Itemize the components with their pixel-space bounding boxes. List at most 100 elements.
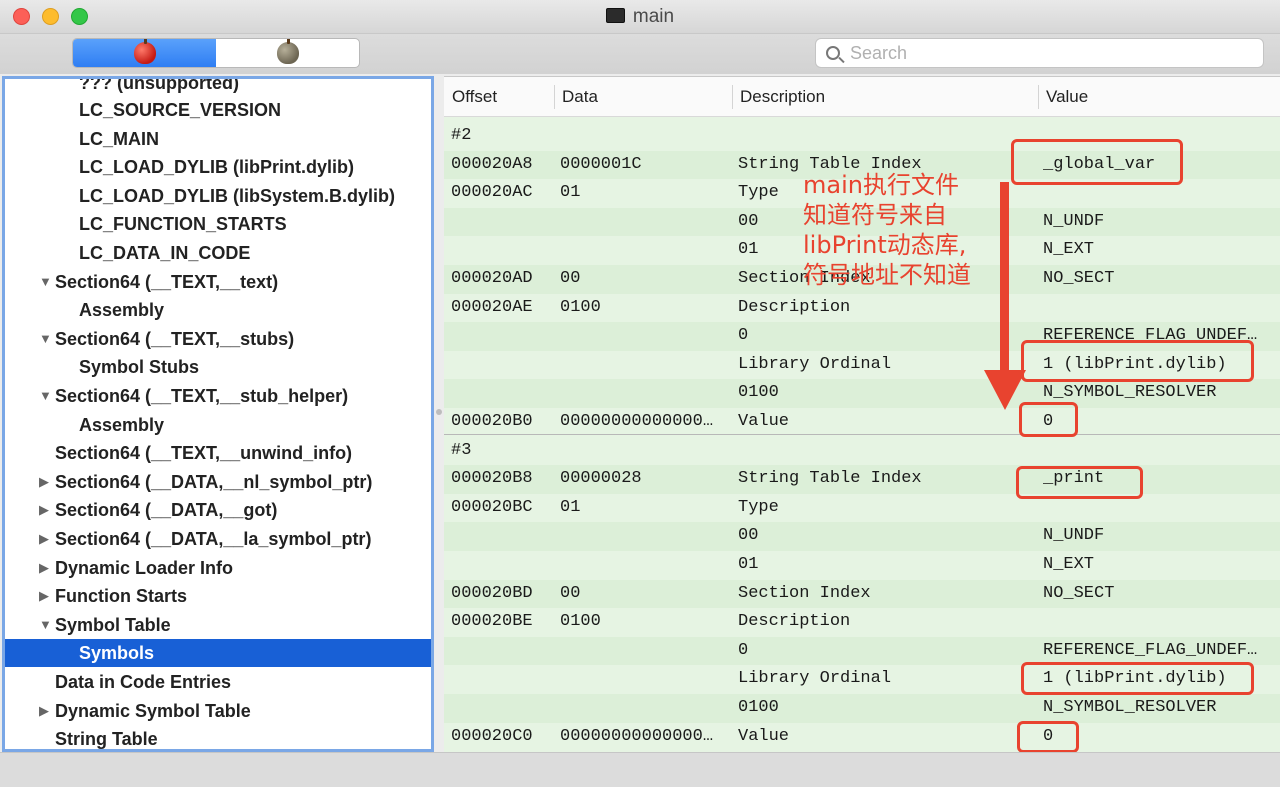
disclosure-triangle-icon[interactable]: ▶ [39, 525, 49, 553]
column-separator[interactable] [554, 85, 555, 109]
group-separator [444, 434, 1280, 435]
column-header-data[interactable]: Data [562, 77, 598, 117]
cell-value: NO_SECT [1043, 269, 1115, 288]
disclosure-triangle-icon[interactable]: ▶ [39, 582, 49, 610]
table-row[interactable]: 000020BC 01 Type [444, 494, 1280, 523]
tree-item-label: Section64 (__DATA,__la_symbol_ptr) [55, 529, 372, 549]
column-separator[interactable] [1038, 85, 1039, 109]
annotation-line: main执行文件 [803, 171, 959, 199]
tree-item[interactable]: LC_SOURCE_VERSION [5, 96, 431, 124]
disclosure-triangle-icon[interactable]: ▶ [39, 554, 49, 582]
column-header-value[interactable]: Value [1046, 77, 1088, 117]
tree-item-label: LC_LOAD_DYLIB (libSystem.B.dylib) [79, 185, 396, 206]
window-bottom-bar [0, 752, 1280, 787]
disclosure-triangle-icon[interactable]: ▼ [39, 382, 52, 410]
disclosure-triangle-icon[interactable]: ▼ [39, 325, 52, 353]
tree-item[interactable]: ▶ Section64 (__DATA,__nl_symbol_ptr) [5, 468, 431, 496]
column-header-description[interactable]: Description [740, 77, 825, 117]
table-row[interactable]: 000020B8 00000028 String Table Index _print [444, 465, 1280, 494]
cell-value: N_UNDF [1043, 526, 1105, 546]
tree-item-label: Dynamic Loader Info [55, 557, 234, 578]
cell-description: 01 [738, 555, 759, 574]
cell-data: 00 [560, 269, 581, 288]
apple-red-icon [133, 39, 156, 64]
title-bar: main [0, 0, 1280, 34]
cell-value: N_UNDF [1043, 211, 1105, 231]
tree-item-label: Data in Code Entries [55, 672, 232, 692]
disclosure-triangle-icon[interactable]: ▶ [39, 496, 49, 524]
tree-item[interactable]: ▶ Function Starts [5, 582, 431, 610]
column-separator[interactable] [732, 85, 733, 109]
tree-item[interactable]: String Table [5, 725, 431, 749]
toolbar [0, 34, 1280, 74]
table-row[interactable]: 000020C0 00000000000000… Value 0 [444, 723, 1280, 752]
tree-item[interactable]: ▼ Symbol Table [5, 611, 431, 639]
tree-item[interactable]: ▶ Dynamic Loader Info [5, 554, 431, 582]
highlight-box [1017, 721, 1079, 753]
tree-item[interactable]: Symbol Stubs [5, 353, 431, 381]
table-row[interactable]: 0100 N_SYMBOL_RESOLVER [444, 379, 1280, 408]
cell-offset: 000020A8 [451, 154, 533, 174]
tree-item-selected[interactable]: Symbols [5, 639, 431, 668]
divider-handle-icon[interactable] [436, 409, 442, 415]
tree-item[interactable]: ▼ Section64 (__TEXT,__stub_helper) [5, 382, 431, 410]
column-header-offset[interactable]: Offset [452, 77, 497, 117]
cell-description: Value [738, 726, 790, 746]
table-row[interactable]: #3 [444, 437, 1280, 466]
table-row[interactable]: 000020BD 00 Section Index NO_SECT [444, 579, 1280, 609]
split-view-divider[interactable] [434, 76, 444, 752]
table-row[interactable]: 01 N_EXT [444, 551, 1280, 580]
tree-item[interactable]: Assembly [5, 411, 431, 439]
table-row[interactable]: 000020AE 0100 Description [444, 294, 1280, 323]
cell-offset: 000020BC [451, 497, 533, 517]
disclosure-triangle-icon[interactable]: ▼ [39, 611, 52, 639]
annotation-note: main执行文件 知道符号来自 libPrint动态库, 符号地址不知道 [803, 170, 971, 290]
table-row[interactable]: 000020BE 0100 Description [444, 608, 1280, 637]
cell-data: 0100 [560, 297, 601, 317]
cell-offset: 000020AD [451, 269, 533, 288]
cell-value: N_EXT [1043, 555, 1095, 574]
raw-view-button[interactable] [73, 39, 216, 67]
tree-item[interactable]: LC_LOAD_DYLIB (libPrint.dylib) [5, 153, 431, 181]
cell-data: 0100 [560, 612, 601, 632]
table-row[interactable]: 00 N_UNDF [444, 522, 1280, 551]
window-title: main [632, 6, 675, 27]
cell-value: N_SYMBOL_RESOLVER [1043, 383, 1217, 403]
table-row[interactable]: 000020B0 00000000000000… Value 0 [444, 408, 1280, 437]
annotation-line: 符号地址不知道 [803, 261, 971, 289]
search-icon [826, 46, 840, 60]
tree-item[interactable]: LC_FUNCTION_STARTS [5, 210, 431, 238]
tree-item[interactable]: ▶ Section64 (__DATA,__la_symbol_ptr) [5, 525, 431, 553]
cell-description: Library Ordinal [738, 669, 892, 689]
annotation-arrow-shaft [1000, 182, 1009, 374]
cell-description: Type [738, 497, 779, 517]
tree-item[interactable]: ??? (unsupported) [5, 79, 431, 97]
tree-item-label: Section64 (__TEXT,__stub_helper) [55, 386, 349, 406]
cell-data: 01 [560, 497, 581, 517]
tree-item[interactable]: ▼ Section64 (__TEXT,__text) [5, 268, 431, 296]
tree-item[interactable]: ▼ Section64 (__TEXT,__stubs) [5, 325, 431, 353]
annotation-line: libPrint动态库, [803, 231, 967, 259]
tree-item[interactable]: LC_LOAD_DYLIB (libSystem.B.dylib) [5, 182, 431, 210]
tree-item[interactable]: ▶ Dynamic Symbol Table [5, 697, 431, 725]
tree-item[interactable]: ▶ Section64 (__DATA,__got) [5, 496, 431, 524]
tree-item[interactable]: LC_DATA_IN_CODE [5, 239, 431, 267]
outline-sidebar[interactable]: ??? (unsupported) LC_SOURCE_VERSION LC_M… [2, 76, 434, 752]
disclosure-triangle-icon[interactable]: ▶ [39, 697, 49, 725]
cell-data: 00 [560, 583, 581, 603]
disclosure-triangle-icon[interactable]: ▶ [39, 468, 49, 496]
cell-offset: 000020B0 [451, 412, 533, 431]
highlight-box [1021, 340, 1254, 382]
search-field[interactable] [815, 38, 1264, 68]
tree-item-label: Section64 (__DATA,__nl_symbol_ptr) [55, 471, 373, 492]
tree-item[interactable]: Section64 (__TEXT,__unwind_info) [5, 439, 431, 467]
tree-item-label: LC_FUNCTION_STARTS [79, 214, 287, 235]
search-input[interactable] [850, 43, 1250, 63]
tree-item[interactable]: LC_MAIN [5, 125, 431, 153]
tree-item-label: Assembly [79, 414, 165, 435]
table-row[interactable]: 0100 N_SYMBOL_RESOLVER [444, 694, 1280, 723]
tree-item[interactable]: Assembly [5, 296, 431, 324]
rva-view-button[interactable] [216, 39, 359, 67]
disclosure-triangle-icon[interactable]: ▼ [39, 268, 52, 296]
tree-item[interactable]: Data in Code Entries [5, 668, 431, 696]
